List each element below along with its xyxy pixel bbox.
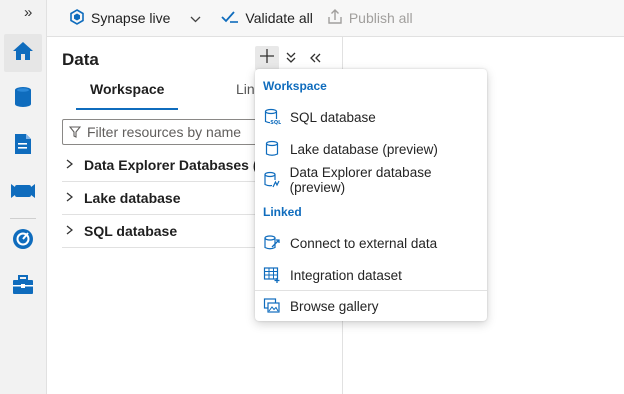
hub-manage[interactable] <box>4 268 42 306</box>
menu-item-label: Browse gallery <box>290 298 379 314</box>
svg-text:SQL: SQL <box>270 120 281 126</box>
menu-item-browse-gallery[interactable]: Browse gallery <box>255 291 487 321</box>
collapse-panel-button[interactable] <box>303 46 327 70</box>
double-chevron-down-icon <box>286 50 296 67</box>
menu-item-data-explorer-database[interactable]: Data Explorer database (preview) <box>255 165 487 195</box>
filter-placeholder: Filter resources by name <box>87 124 242 140</box>
publish-icon <box>327 8 343 28</box>
expand-rail-icon[interactable]: » <box>24 4 32 21</box>
plus-icon <box>260 49 274 67</box>
toolbar: Synapse live Validate all Publish all <box>47 0 624 37</box>
data-explorer-database-icon <box>262 171 282 189</box>
validate-all-button[interactable]: Validate all <box>221 9 313 28</box>
active-tab-indicator <box>76 108 178 110</box>
monitor-icon <box>11 227 35 256</box>
synapse-icon <box>69 8 85 28</box>
validate-icon <box>221 9 239 28</box>
integrate-icon <box>10 181 36 206</box>
hub-home[interactable] <box>4 34 42 72</box>
filter-icon <box>69 126 81 138</box>
chevron-down-icon <box>190 10 201 26</box>
menu-section-linked: Linked <box>263 205 302 219</box>
data-icon <box>12 85 34 114</box>
add-resource-button[interactable] <box>255 46 279 70</box>
hub-develop[interactable] <box>4 127 42 165</box>
integration-dataset-icon <box>262 266 282 284</box>
chevron-right-icon[interactable] <box>66 224 76 238</box>
menu-item-sql-database[interactable]: SQL SQL database <box>255 102 487 132</box>
publish-all-button[interactable]: Publish all <box>327 8 413 28</box>
activity-rail: » <box>0 0 47 394</box>
chevron-right-icon[interactable] <box>66 191 76 205</box>
tree-item-label: SQL database <box>84 223 178 239</box>
hub-integrate[interactable] <box>4 174 42 212</box>
tree-item-label: Data Explorer Databases (P <box>84 157 267 173</box>
external-data-icon <box>262 234 282 252</box>
double-chevron-left-icon <box>309 50 321 67</box>
lake-database-icon <box>262 140 282 158</box>
sql-database-icon: SQL <box>262 108 282 126</box>
publish-all-label: Publish all <box>348 10 413 26</box>
menu-item-lake-database[interactable]: Lake database (preview) <box>255 134 487 164</box>
validate-all-label: Validate all <box>245 10 313 26</box>
tree-item-label: Lake database <box>84 190 181 206</box>
menu-item-label: Integration dataset <box>290 267 402 283</box>
panel-actions <box>255 45 327 71</box>
manage-icon <box>11 274 35 301</box>
workspace-mode-dropdown[interactable]: Synapse live <box>69 8 201 28</box>
tab-linked[interactable]: Lin <box>236 81 255 97</box>
rail-divider <box>10 218 36 219</box>
develop-icon <box>12 132 34 161</box>
expand-all-button[interactable] <box>279 46 303 70</box>
gallery-icon <box>262 297 282 315</box>
chevron-right-icon[interactable] <box>66 158 76 172</box>
menu-item-label: SQL database <box>290 109 376 125</box>
home-icon <box>11 39 35 68</box>
menu-item-integration-dataset[interactable]: Integration dataset <box>255 260 487 290</box>
workspace-mode-label: Synapse live <box>91 10 171 26</box>
hub-monitor[interactable] <box>4 222 42 260</box>
hub-data[interactable] <box>4 80 42 118</box>
panel-title: Data <box>62 50 99 69</box>
menu-item-connect-external-data[interactable]: Connect to external data <box>255 228 487 258</box>
add-resource-menu: Workspace SQL SQL database Lake database… <box>255 69 487 321</box>
menu-section-workspace: Workspace <box>263 79 327 93</box>
menu-item-label: Data Explorer database (preview) <box>289 165 432 195</box>
menu-item-label: Lake database (preview) <box>290 141 438 157</box>
tab-workspace[interactable]: Workspace <box>90 81 164 97</box>
menu-item-label: Connect to external data <box>290 235 438 251</box>
